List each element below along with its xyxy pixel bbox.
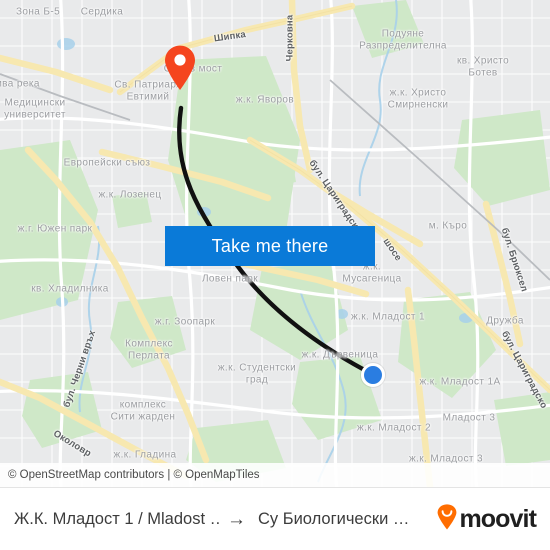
map-canvas[interactable]: Зона Б-5 Сердика Шипка Черковна Подуяне Разп… [0,0,550,487]
trip-summary-bar: Ж.К. Младост 1 / Mladost … → Су Биологич… [0,487,550,550]
trip-origin-label[interactable]: Ж.К. Младост 1 / Mladost … [14,510,219,529]
map-attribution: © OpenStreetMap contributors | © OpenMap… [0,463,550,487]
trip-destination-label[interactable]: Су Биологически … [258,510,408,529]
moovit-trip-screen: Зона Б-5 Сердика Шипка Черковна Подуяне Разп… [0,0,550,550]
moovit-wordmark: moovit [459,504,536,533]
moovit-logo[interactable]: moovit [437,503,537,535]
moovit-pin-icon [437,503,457,535]
attribution-text: © OpenStreetMap contributors | © OpenMap… [8,469,260,481]
current-location-dot[interactable] [361,363,385,387]
arrow-right-icon: → [227,508,246,530]
take-me-there-button[interactable]: Take me there [165,226,375,266]
map-pin-icon[interactable] [163,45,197,96]
